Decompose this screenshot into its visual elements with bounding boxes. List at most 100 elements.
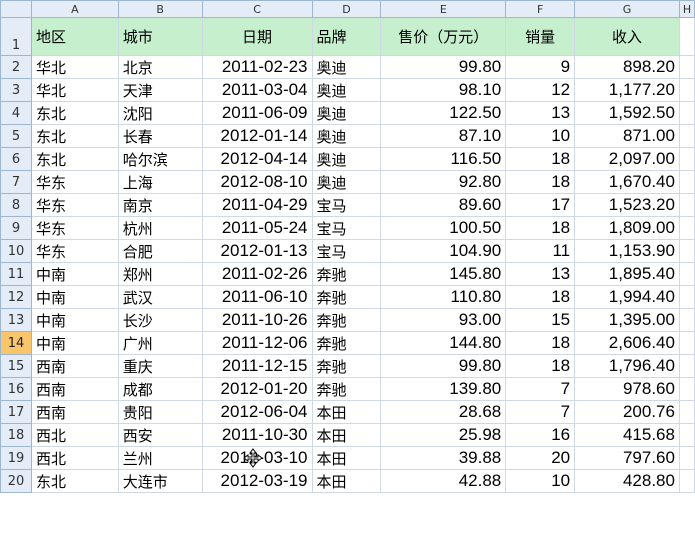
header-cell-qty[interactable]: 销量 [505, 17, 576, 56]
row-header[interactable]: 6 [0, 147, 32, 171]
cell-region[interactable]: 东北 [30, 101, 119, 125]
cell-region[interactable]: 华东 [30, 239, 119, 263]
cell-price[interactable]: 89.60 [380, 193, 507, 217]
cell-brand[interactable]: 本田 [311, 400, 382, 424]
cell-city[interactable]: 合肥 [117, 239, 203, 263]
cell-qty[interactable]: 9 [505, 55, 576, 79]
cell-brand[interactable]: 宝马 [311, 216, 382, 240]
cell-date[interactable]: 2011-02-23 [201, 55, 313, 79]
cell-brand[interactable]: 奥迪 [311, 124, 382, 148]
cell-region[interactable]: 华东 [30, 216, 119, 240]
cell-date[interactable]: 2011-05-24 [201, 216, 313, 240]
cell-city[interactable]: 哈尔滨 [117, 147, 203, 171]
spreadsheet-grid[interactable]: A B C D E F G H 1 地区 城市 日期 品牌 售价（万元） 销量 … [0, 0, 695, 555]
cell-price[interactable]: 99.80 [380, 55, 507, 79]
cell-date[interactable]: 2011-06-10 [201, 285, 313, 309]
column-header-c[interactable]: C [201, 0, 313, 18]
empty-cell[interactable] [678, 239, 695, 263]
header-cell-date[interactable]: 日期 [201, 17, 313, 56]
cell-city[interactable]: 兰州 [117, 446, 203, 470]
cell-region[interactable]: 西北 [30, 446, 119, 470]
row-header[interactable]: 13 [0, 308, 32, 332]
empty-cell[interactable] [678, 469, 695, 493]
row-header[interactable]: 10 [0, 239, 32, 263]
cell-brand[interactable]: 奔驰 [311, 308, 382, 332]
cell-date[interactable]: 2012-03-19 [201, 469, 313, 493]
header-cell-price[interactable]: 售价（万元） [380, 17, 507, 56]
cell-revenue[interactable]: 1,395.00 [574, 308, 680, 332]
empty-cell[interactable] [678, 124, 695, 148]
cell-date[interactable]: 2012-08-10 [201, 170, 313, 194]
cell-revenue[interactable]: 1,670.40 [574, 170, 680, 194]
cell-region[interactable]: 中南 [30, 308, 119, 332]
cell-price[interactable]: 87.10 [380, 124, 507, 148]
cell-brand[interactable]: 奔驰 [311, 331, 382, 355]
column-header-e[interactable]: E [380, 0, 507, 18]
cell-price[interactable]: 144.80 [380, 331, 507, 355]
cell-revenue[interactable]: 1,592.50 [574, 101, 680, 125]
cell-revenue[interactable]: 1,895.40 [574, 262, 680, 286]
cell-region[interactable]: 华北 [30, 55, 119, 79]
row-header[interactable]: 12 [0, 285, 32, 309]
cell-revenue[interactable]: 1,153.90 [574, 239, 680, 263]
row-header[interactable]: 14 [0, 331, 32, 355]
cell-brand[interactable]: 本田 [311, 446, 382, 470]
cell-date[interactable]: 2012-01-20 [201, 377, 313, 401]
empty-cell[interactable] [678, 285, 695, 309]
empty-cell[interactable] [678, 55, 695, 79]
cell-revenue[interactable]: 1,523.20 [574, 193, 680, 217]
cell-qty[interactable]: 10 [505, 469, 576, 493]
cell-date[interactable]: 2011-12-15 [201, 354, 313, 378]
cell-qty[interactable]: 11 [505, 239, 576, 263]
cell-revenue[interactable]: 797.60 [574, 446, 680, 470]
empty-cell[interactable] [678, 423, 695, 447]
cell-brand[interactable]: 本田 [311, 423, 382, 447]
cell-date[interactable]: 2012-03-10 [201, 446, 313, 470]
cell-price[interactable]: 42.88 [380, 469, 507, 493]
cell-city[interactable]: 成都 [117, 377, 203, 401]
row-header[interactable]: 18 [0, 423, 32, 447]
cell-region[interactable]: 东北 [30, 124, 119, 148]
cell-region[interactable]: 华东 [30, 193, 119, 217]
column-header-b[interactable]: B [117, 0, 203, 18]
row-header[interactable]: 7 [0, 170, 32, 194]
cell-price[interactable]: 100.50 [380, 216, 507, 240]
cell-brand[interactable]: 宝马 [311, 193, 382, 217]
cell-date[interactable]: 2011-10-26 [201, 308, 313, 332]
cell-qty[interactable]: 18 [505, 331, 576, 355]
cell-revenue[interactable]: 2,606.40 [574, 331, 680, 355]
cell-revenue[interactable]: 978.60 [574, 377, 680, 401]
cell-date[interactable]: 2011-12-06 [201, 331, 313, 355]
cell-date[interactable]: 2011-03-04 [201, 78, 313, 102]
empty-cell[interactable] [678, 78, 695, 102]
column-header-h[interactable]: H [678, 0, 695, 18]
header-cell-revenue[interactable]: 收入 [574, 17, 680, 56]
cell-city[interactable]: 重庆 [117, 354, 203, 378]
cell-qty[interactable]: 16 [505, 423, 576, 447]
row-header[interactable]: 8 [0, 193, 32, 217]
cell-qty[interactable]: 18 [505, 147, 576, 171]
cell-price[interactable]: 116.50 [380, 147, 507, 171]
cell-region[interactable]: 东北 [30, 469, 119, 493]
cell-brand[interactable]: 本田 [311, 469, 382, 493]
cell-city[interactable]: 杭州 [117, 216, 203, 240]
cell-qty[interactable]: 13 [505, 101, 576, 125]
cell-qty[interactable]: 18 [505, 216, 576, 240]
cell-revenue[interactable]: 2,097.00 [574, 147, 680, 171]
row-header-1[interactable]: 1 [0, 17, 32, 56]
empty-cell[interactable] [678, 377, 695, 401]
cell-revenue[interactable]: 1,809.00 [574, 216, 680, 240]
empty-cell[interactable] [678, 262, 695, 286]
cell-brand[interactable]: 奥迪 [311, 101, 382, 125]
cell-revenue[interactable]: 1,177.20 [574, 78, 680, 102]
cell-revenue[interactable]: 898.20 [574, 55, 680, 79]
empty-cell[interactable] [678, 400, 695, 424]
cell-brand[interactable]: 奥迪 [311, 78, 382, 102]
row-header[interactable]: 17 [0, 400, 32, 424]
empty-cell[interactable] [678, 17, 695, 56]
row-header[interactable]: 9 [0, 216, 32, 240]
cell-price[interactable]: 139.80 [380, 377, 507, 401]
cell-region[interactable]: 西南 [30, 377, 119, 401]
column-header-a[interactable]: A [30, 0, 119, 18]
cell-city[interactable]: 长春 [117, 124, 203, 148]
